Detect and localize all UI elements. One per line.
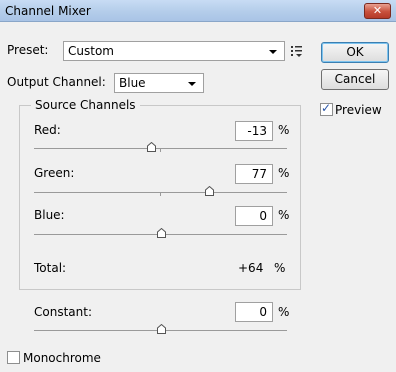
blue-value-input[interactable]: 0 [235, 206, 273, 226]
blue-percent-sign: % [278, 208, 290, 222]
red-value-input[interactable]: -13 [235, 121, 273, 141]
output-channel-value: Blue [119, 76, 146, 90]
green-value-input[interactable]: 77 [235, 164, 273, 184]
blue-label: Blue: [34, 208, 65, 222]
close-button[interactable]: ✕ [364, 3, 391, 19]
red-percent-sign: % [278, 123, 290, 137]
chevron-down-icon [269, 50, 277, 54]
preview-checkbox[interactable]: ✓ [320, 101, 333, 116]
window-title: Channel Mixer [5, 4, 91, 18]
chevron-down-icon [188, 82, 196, 86]
red-slider-center-tick [160, 148, 161, 152]
preview-label: Preview [335, 103, 382, 117]
preset-value: Custom [68, 44, 114, 58]
source-channels-legend: Source Channels [31, 98, 140, 112]
green-slider-center-tick [160, 192, 161, 196]
monochrome-label: Monochrome [23, 351, 101, 365]
output-channel-select[interactable]: Blue [114, 73, 204, 93]
constant-value-input[interactable]: 0 [235, 302, 273, 322]
total-percent-sign: % [274, 261, 286, 275]
close-icon: ✕ [372, 4, 383, 17]
constant-label: Constant: [34, 305, 92, 319]
green-slider-thumb-icon[interactable] [205, 186, 214, 196]
blue-slider-thumb-icon[interactable] [157, 228, 166, 238]
channel-mixer-dialog: Preset: Custom Output Channel: Blue OK C… [0, 22, 396, 372]
constant-percent-sign: % [278, 305, 290, 319]
monochrome-checkbox[interactable] [7, 351, 20, 364]
cancel-button[interactable]: Cancel [321, 69, 389, 90]
preset-label: Preset: [7, 43, 49, 57]
total-value: +64 [238, 261, 264, 275]
checkmark-icon: ✓ [321, 101, 332, 115]
green-percent-sign: % [278, 166, 290, 180]
constant-slider-thumb-icon[interactable] [157, 324, 166, 334]
preset-options-icon[interactable] [290, 44, 304, 58]
ok-button[interactable]: OK [321, 42, 389, 63]
green-label: Green: [34, 166, 75, 180]
title-bar: Channel Mixer ✕ [0, 0, 396, 22]
preset-select[interactable]: Custom [63, 41, 285, 61]
output-channel-label: Output Channel: [7, 75, 106, 89]
red-slider-thumb-icon[interactable] [147, 142, 156, 152]
red-label: Red: [34, 123, 61, 137]
total-label: Total: [34, 261, 67, 275]
